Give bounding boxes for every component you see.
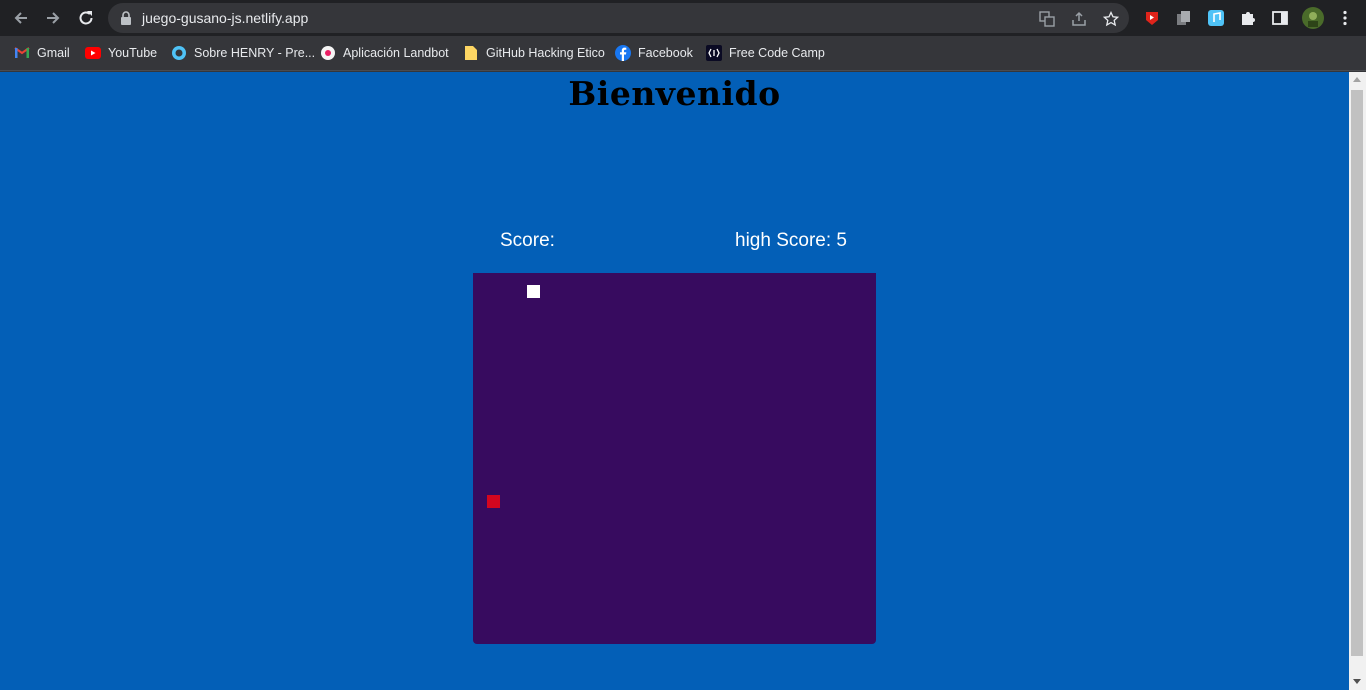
- scrollbar-thumb[interactable]: [1351, 90, 1363, 656]
- reload-button[interactable]: [75, 7, 97, 29]
- bookmark-gmail[interactable]: Gmail: [14, 44, 70, 62]
- henry-icon: [171, 45, 187, 61]
- browser-chrome: juego-gusano-js.netlify.app Gmail YouTub…: [0, 0, 1366, 72]
- forward-button[interactable]: [42, 7, 64, 29]
- url-text: juego-gusano-js.netlify.app: [142, 10, 309, 26]
- translate-icon[interactable]: [1038, 10, 1056, 28]
- gmail-icon: [14, 45, 30, 61]
- back-button[interactable]: [10, 7, 32, 29]
- high-score-label: high Score: 5: [735, 230, 847, 251]
- menu-kebab-icon[interactable]: [1336, 9, 1354, 27]
- side-panel-icon[interactable]: [1271, 9, 1289, 27]
- scroll-up-arrow-icon[interactable]: [1353, 77, 1361, 82]
- bookmark-youtube[interactable]: YouTube: [85, 44, 157, 62]
- food-item: [487, 495, 500, 508]
- extensions-puzzle-icon[interactable]: [1239, 9, 1257, 27]
- vertical-scrollbar[interactable]: [1349, 72, 1366, 690]
- game-board[interactable]: [473, 273, 876, 644]
- address-bar[interactable]: juego-gusano-js.netlify.app: [108, 3, 1129, 33]
- extension-gray-icon[interactable]: [1175, 9, 1193, 27]
- arrow-right-icon: [47, 12, 60, 24]
- bookmark-henry[interactable]: Sobre HENRY - Pre...: [171, 44, 315, 62]
- facebook-icon: [615, 45, 631, 61]
- bookmark-freecodecamp[interactable]: Free Code Camp: [706, 44, 825, 62]
- bookmark-facebook[interactable]: Facebook: [615, 44, 693, 62]
- page-title: Bienvenido: [568, 74, 781, 113]
- extension-red-icon[interactable]: [1143, 9, 1161, 27]
- share-icon[interactable]: [1070, 10, 1088, 28]
- scroll-down-arrow-icon[interactable]: [1353, 679, 1361, 684]
- browser-toolbar: juego-gusano-js.netlify.app: [0, 0, 1366, 36]
- score-label: Score:: [500, 230, 555, 251]
- bookmark-github-hacking[interactable]: GitHub Hacking Etico: [463, 44, 605, 62]
- extension-music-icon[interactable]: [1207, 9, 1225, 27]
- page-content: Bienvenido Score: high Score: 5: [0, 72, 1349, 690]
- reload-icon: [79, 11, 93, 25]
- folder-icon: [463, 45, 479, 61]
- youtube-icon: [85, 45, 101, 61]
- profile-avatar[interactable]: [1302, 7, 1324, 29]
- bookmark-star-icon[interactable]: [1102, 10, 1120, 28]
- bookmark-landbot[interactable]: Aplicación Landbot: [320, 44, 449, 62]
- freecodecamp-icon: [706, 45, 722, 61]
- arrow-left-icon: [14, 12, 27, 24]
- snake-segment: [527, 285, 540, 298]
- landbot-icon: [320, 45, 336, 61]
- lock-icon: [121, 11, 131, 25]
- bookmarks-bar: Gmail YouTube Sobre HENRY - Pre... Aplic…: [0, 36, 1366, 71]
